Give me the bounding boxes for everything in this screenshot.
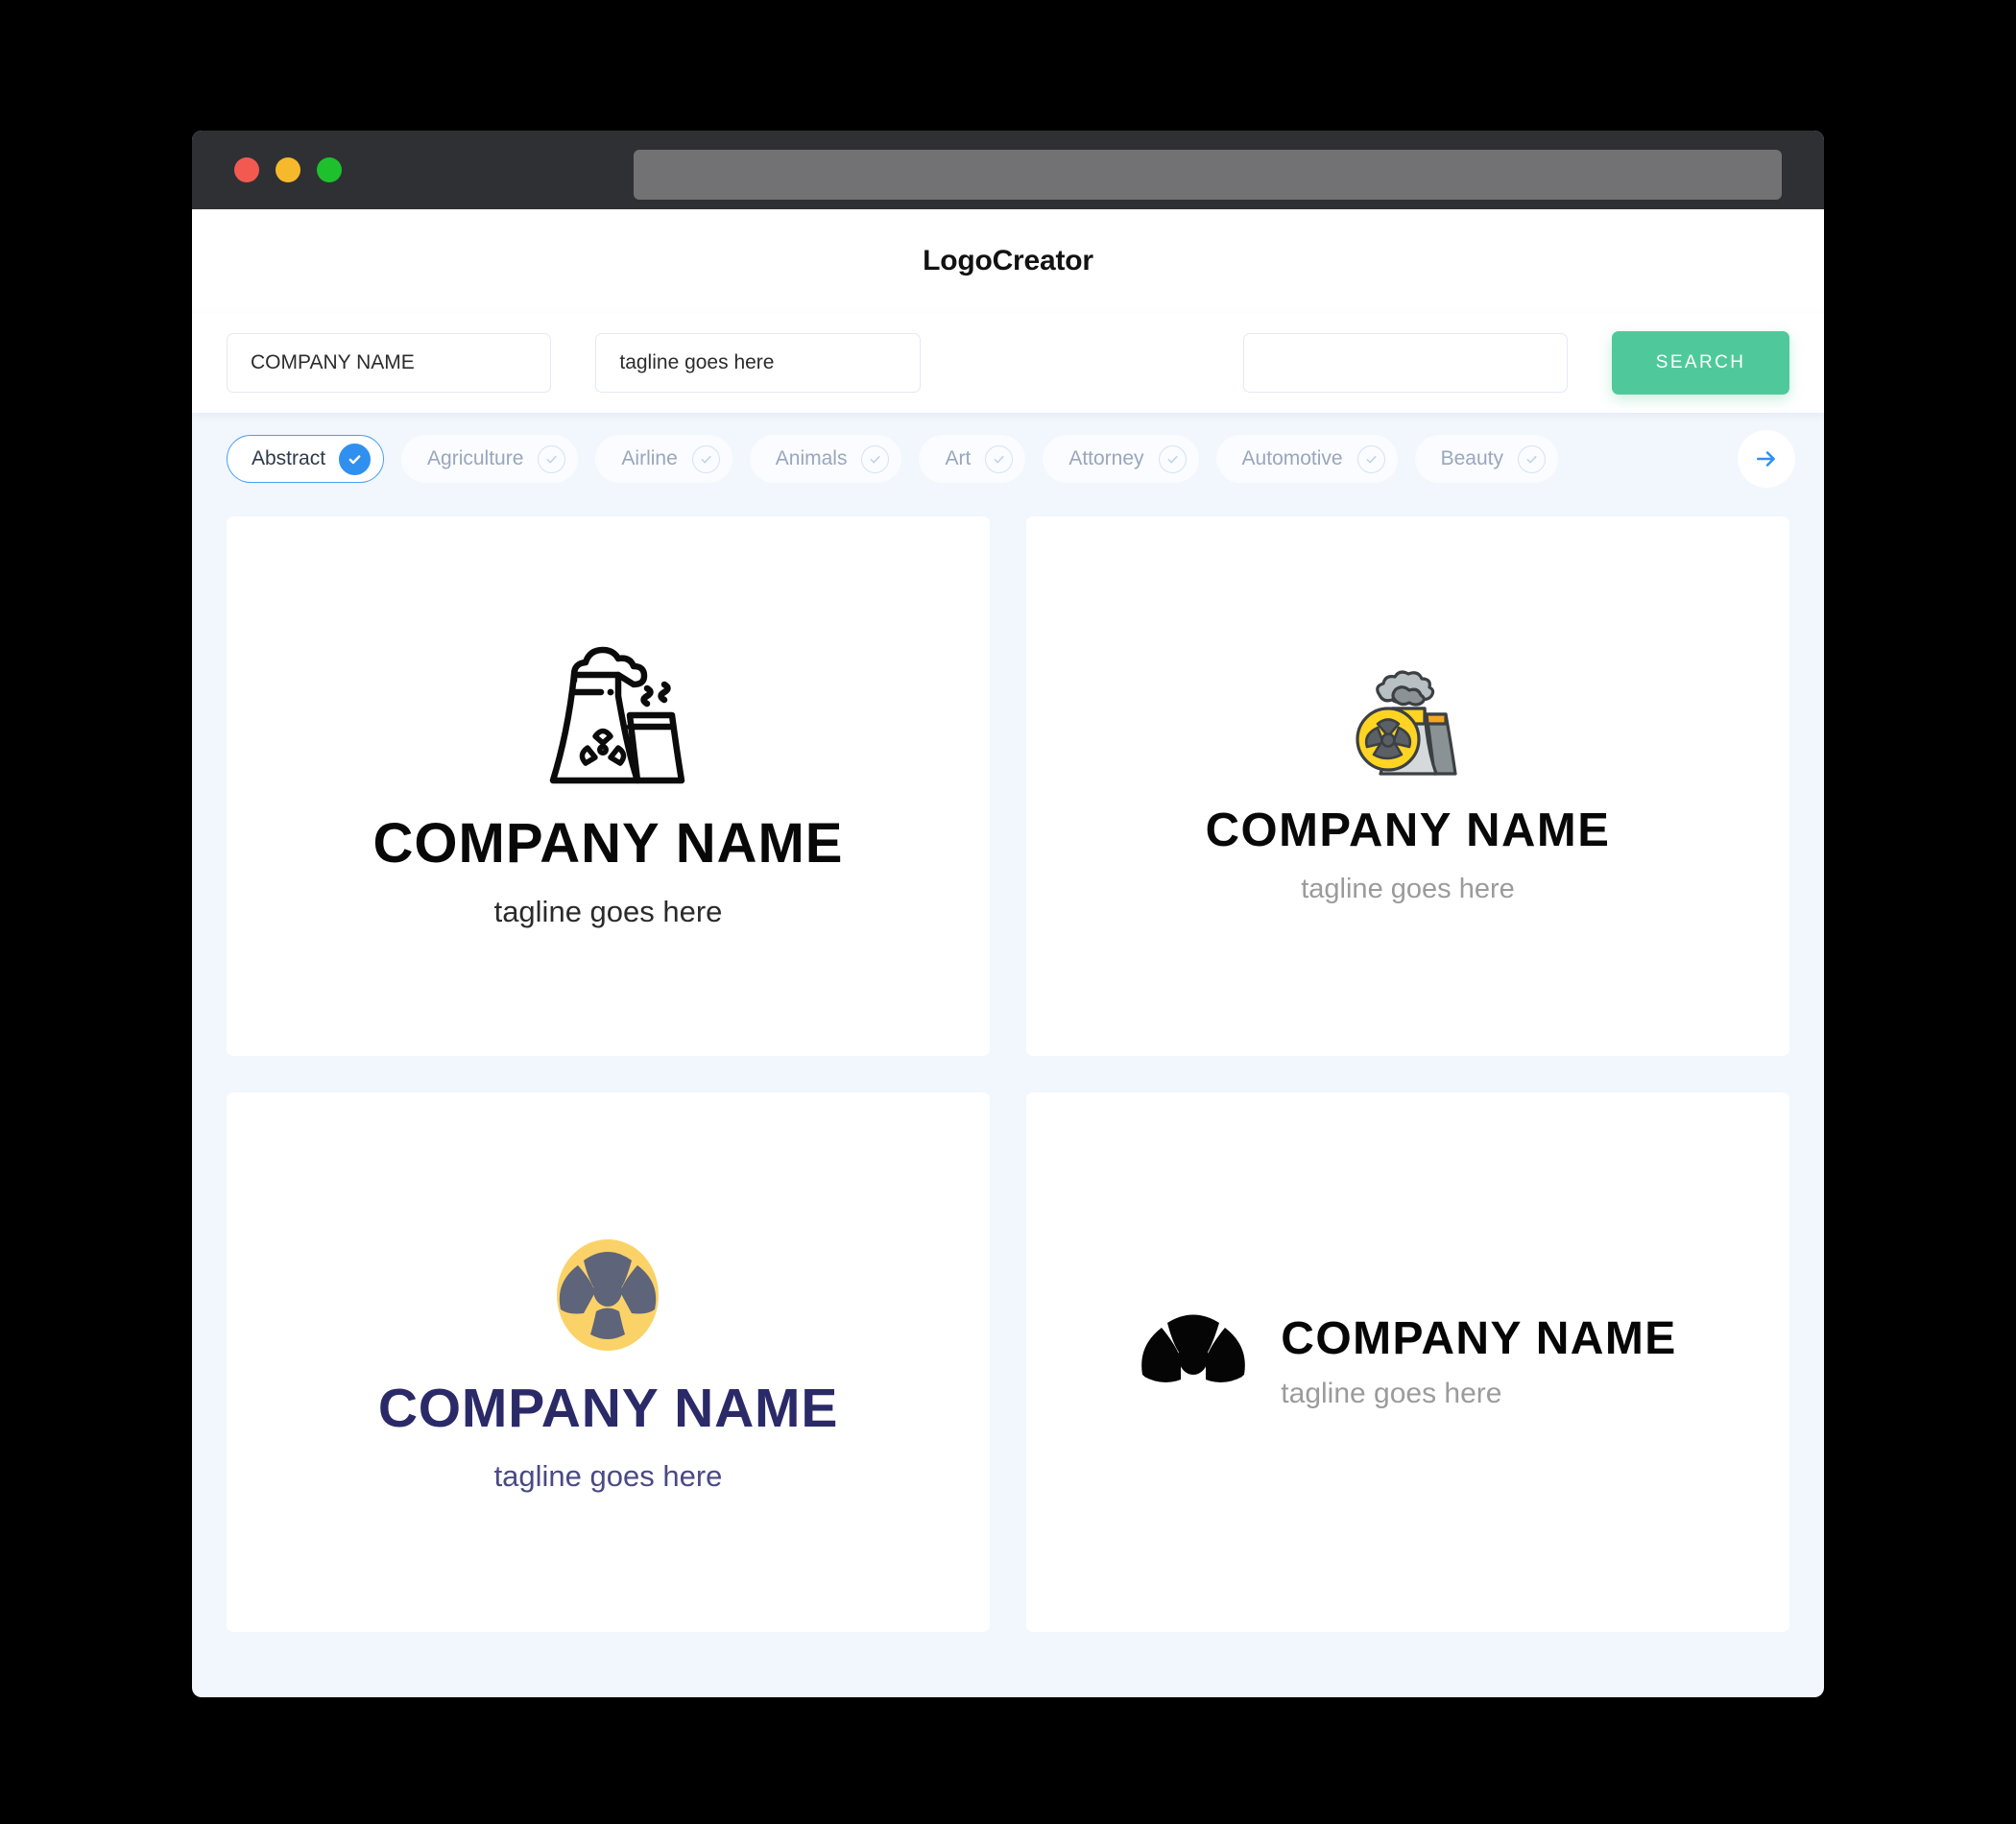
category-chip-abstract[interactable]: Abstract [227, 435, 385, 483]
category-chip-label: Attorney [1068, 447, 1144, 469]
category-chip-label: Automotive [1241, 447, 1343, 469]
category-chip-animals[interactable]: Animals [749, 435, 902, 483]
check-icon [339, 443, 372, 475]
company-name-input[interactable]: COMPANY NAME [227, 333, 552, 393]
logo-card[interactable]: COMPANY NAME tagline goes here [227, 516, 990, 1056]
logo-tagline: tagline goes here [493, 1458, 723, 1493]
screen-root: LogoCreator COMPANY NAME tagline goes he… [0, 0, 2016, 1824]
page-title: LogoCreator [923, 245, 1093, 276]
address-bar[interactable] [634, 150, 1782, 200]
logo-preview: COMPANY NAME tagline goes here [378, 1235, 838, 1491]
logo-company-name: COMPANY NAME [1281, 1313, 1677, 1364]
nuclear-power-plant-color-icon [1346, 669, 1469, 790]
minimize-window-icon[interactable] [276, 157, 300, 182]
app-header: LogoCreator [192, 209, 1824, 313]
logo-text-block: COMPANY NAME tagline goes here [1205, 804, 1611, 904]
browser-window: LogoCreator COMPANY NAME tagline goes he… [192, 131, 1824, 1697]
logo-company-name: COMPANY NAME [377, 1377, 839, 1439]
logo-company-name: COMPANY NAME [1205, 804, 1611, 856]
category-chip-automotive[interactable]: Automotive [1215, 435, 1398, 483]
logo-tagline: tagline goes here [1301, 873, 1515, 904]
logo-text-block: COMPANY NAME tagline goes here [377, 1377, 839, 1493]
maximize-window-icon[interactable] [317, 157, 342, 182]
search-button[interactable]: SEARCH [1612, 331, 1790, 395]
check-icon [538, 444, 566, 473]
category-chip-label: Art [945, 447, 972, 469]
logo-preview: COMPANY NAME tagline goes here [1139, 1306, 1676, 1420]
window-titlebar [192, 131, 1824, 209]
check-icon [985, 444, 1014, 473]
logo-card[interactable]: COMPANY NAME tagline goes here [1026, 1092, 1789, 1632]
logo-preview: COMPANY NAME tagline goes here [373, 646, 844, 926]
category-chip-attorney[interactable]: Attorney [1043, 435, 1199, 483]
category-chip-agriculture[interactable]: Agriculture [401, 435, 579, 483]
logo-preview: COMPANY NAME tagline goes here [1205, 669, 1611, 904]
category-chip-label: Animals [775, 447, 848, 469]
logo-company-name: COMPANY NAME [372, 812, 844, 875]
category-chip-art[interactable]: Art [919, 435, 1026, 483]
category-chip-beauty[interactable]: Beauty [1414, 435, 1558, 483]
check-icon [861, 444, 890, 473]
logo-results-grid: COMPANY NAME tagline goes here COMPANY N… [192, 505, 1824, 1670]
check-icon [691, 444, 720, 473]
logo-card[interactable]: COMPANY NAME tagline goes here [227, 1092, 990, 1632]
close-window-icon[interactable] [234, 157, 259, 182]
keyword-input[interactable] [1242, 333, 1569, 393]
check-icon [1518, 444, 1546, 473]
radiation-badge-icon [551, 1235, 664, 1360]
nuclear-power-plant-outline-icon [530, 646, 687, 795]
tagline-input[interactable]: tagline goes here [595, 333, 921, 393]
check-icon [1356, 444, 1385, 473]
logo-tagline: tagline goes here [493, 895, 723, 928]
logo-tagline: tagline goes here [1281, 1378, 1502, 1409]
category-chip-airline[interactable]: Airline [595, 435, 732, 483]
search-toolbar: COMPANY NAME tagline goes here SEARCH [192, 313, 1824, 413]
category-chip-label: Beauty [1440, 447, 1503, 469]
logo-text-block: COMPANY NAME tagline goes here [372, 812, 844, 928]
logo-card[interactable]: COMPANY NAME tagline goes here [1026, 516, 1789, 1056]
radiation-trefoil-icon [1139, 1306, 1248, 1420]
category-chip-label: Agriculture [427, 447, 524, 469]
traffic-light-controls [234, 157, 342, 182]
check-icon [1158, 444, 1187, 473]
category-filter-bar: Abstract Agriculture Airline Animals Art… [192, 413, 1824, 505]
arrow-right-icon [1757, 451, 1775, 467]
logo-text-block: COMPANY NAME tagline goes here [1281, 1316, 1676, 1408]
category-chip-label: Abstract [252, 447, 326, 469]
category-chip-label: Airline [621, 447, 678, 469]
categories-next-button[interactable] [1738, 430, 1795, 488]
